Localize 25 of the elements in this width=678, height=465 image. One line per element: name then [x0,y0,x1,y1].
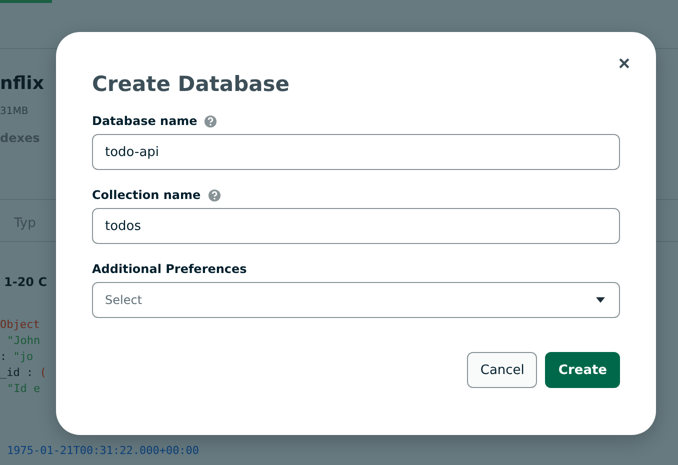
field-label: Additional Preferences [92,262,247,276]
code-text: 1975-01-21T00:31:22.000+00:00 [7,444,200,457]
code-text: "jo [13,350,34,363]
help-icon[interactable] [204,114,218,128]
help-icon[interactable] [208,188,221,202]
code-text: "Id e [7,382,40,395]
collection-title: nflix [0,73,44,94]
field-label: Database name [92,114,198,128]
cancel-button[interactable]: Cancel [467,352,538,388]
code-text: : [0,350,8,363]
code-text: _id : [0,366,34,379]
results-count: 1-20 C [4,275,48,289]
code-text: "John [7,334,40,347]
field-label: Collection name [92,188,201,202]
select-dropdown[interactable]: Select [92,282,620,318]
storage-size: 31MB [0,106,28,117]
code-text: Object [0,318,40,331]
code-text: ( [40,366,46,379]
tab-indicator [0,0,52,3]
caret-icon [596,297,605,303]
dialog-title: Create Database [92,72,291,96]
close-button[interactable]: × [614,52,634,76]
create-button[interactable]: Create [545,352,620,388]
text-input[interactable]: todo-api [92,134,620,170]
text-input[interactable]: todos [92,208,620,244]
